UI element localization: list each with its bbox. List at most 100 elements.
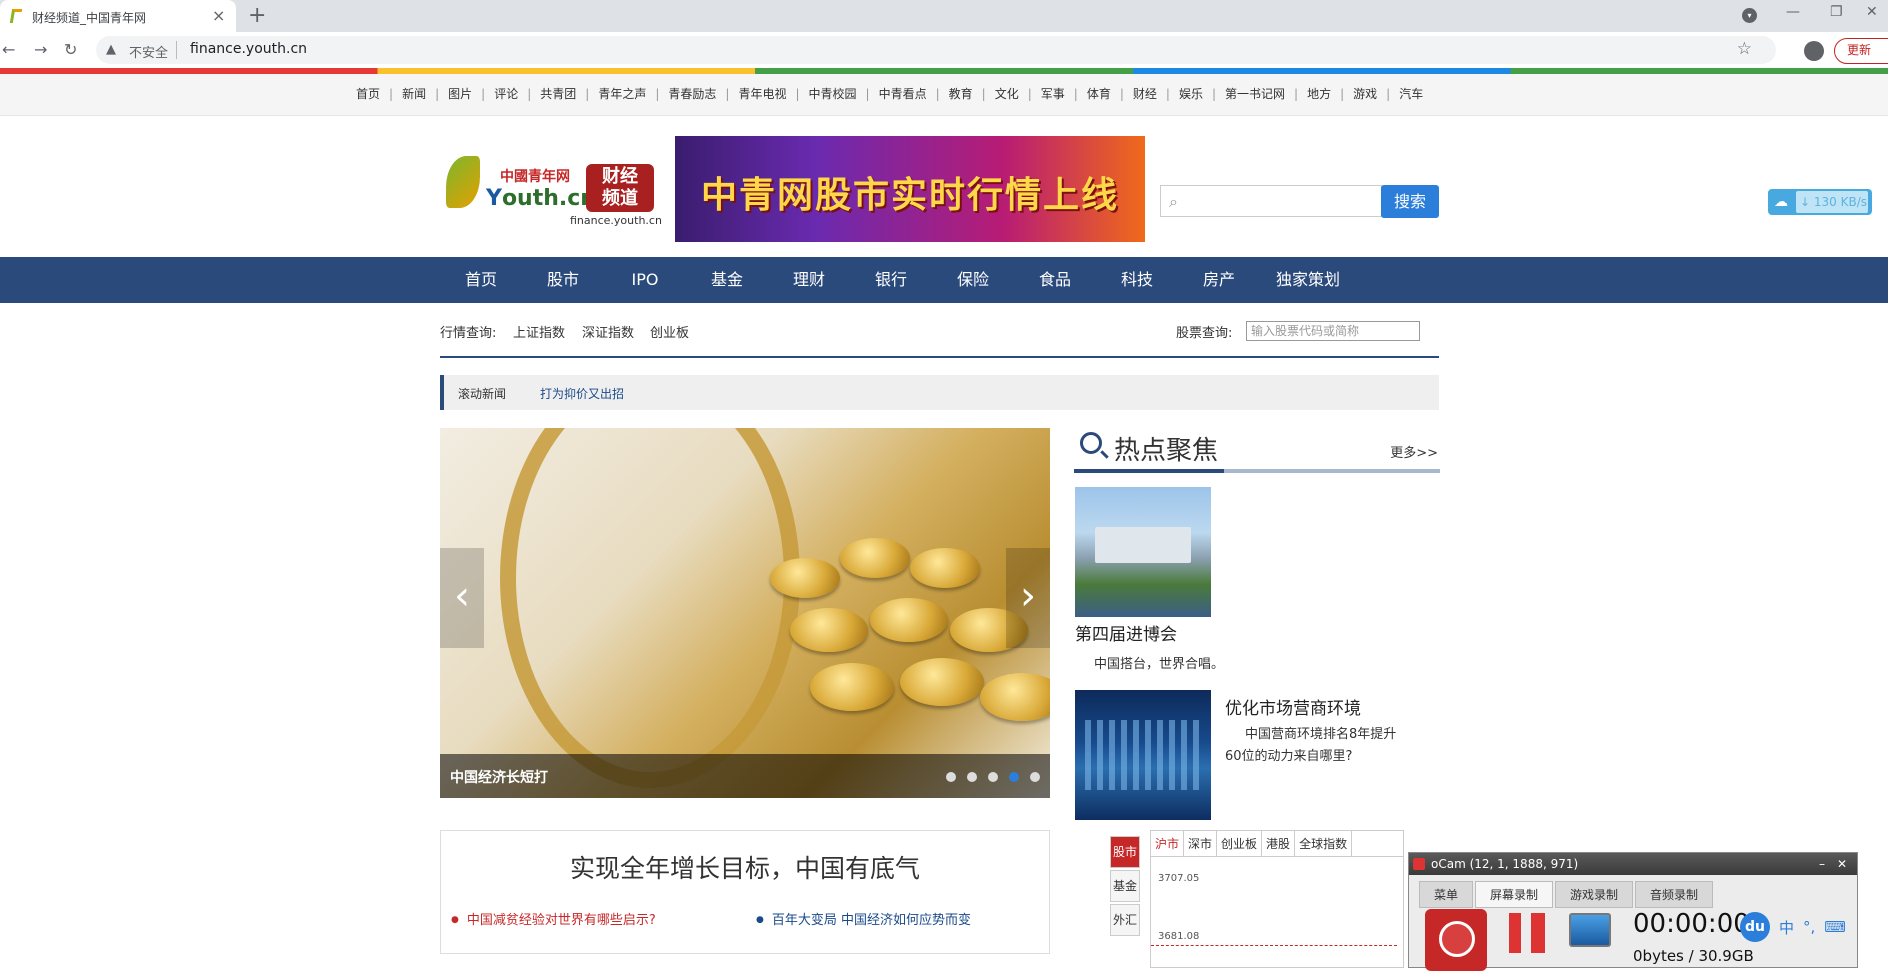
topnav-item[interactable]: 军事 (1041, 85, 1087, 102)
browser-tab[interactable]: 财经频道_中国青年网 × (0, 0, 236, 32)
ocam-minimize-button[interactable]: – (1819, 853, 1825, 875)
tab-search-icon[interactable]: ▾ (1742, 8, 1757, 23)
pause-button-icon[interactable] (1509, 913, 1545, 953)
restore-window-icon[interactable]: ❐ (1830, 4, 1843, 20)
logo-domain: finance.youth.cn (570, 214, 662, 227)
site-logo[interactable]: 中國青年网 Youth.cn 财经 频道 finance.youth.cn (442, 152, 662, 230)
stock-query-input[interactable]: 输入股票代码或简称 (1246, 321, 1420, 341)
mainnav-item[interactable]: IPO (604, 257, 686, 303)
back-arrow-icon[interactable]: ← (2, 40, 15, 59)
topnav-item[interactable]: 财经 (1133, 85, 1179, 102)
ime-lang-toggle[interactable]: 中 (1779, 917, 1794, 938)
topnav-item[interactable]: 首页 (356, 85, 402, 102)
link-shanghai-index[interactable]: 上证指数 (513, 322, 565, 341)
forward-arrow-icon[interactable]: → (34, 40, 47, 59)
new-tab-button[interactable]: + (248, 3, 266, 28)
download-speed-widget[interactable]: ☁ ↓ 130 KB/s (1768, 189, 1872, 215)
topnav-item[interactable]: 图片 (448, 85, 494, 102)
search-button[interactable]: 搜索 (1381, 185, 1439, 218)
headline-link-1[interactable]: 中国减贫经验对世界有哪些启示? (451, 909, 656, 928)
url-text[interactable]: finance.youth.cn (190, 41, 307, 57)
mainnav-item[interactable]: 食品 (1014, 257, 1096, 303)
ocam-tab-audio-record[interactable]: 音频录制 (1635, 881, 1714, 908)
topnav-item[interactable]: 新闻 (402, 85, 448, 102)
ocam-titlebar[interactable]: oCam (12, 1, 1888, 971) – ✕ (1409, 853, 1857, 875)
topnav-item[interactable]: 第一书记网 (1225, 85, 1307, 102)
mainnav-item[interactable]: 房产 (1178, 257, 1260, 303)
side-tab-stock[interactable]: 股市 (1110, 836, 1140, 868)
mainnav-item[interactable]: 独家策划 (1260, 257, 1356, 303)
bookmark-star-icon[interactable]: ☆ (1737, 39, 1752, 59)
tab-hk[interactable]: 港股 (1262, 831, 1296, 856)
ocam-tab-game-record[interactable]: 游戏录制 (1555, 881, 1634, 908)
topnav-item[interactable]: 青年之声 (598, 85, 668, 102)
mainnav-item[interactable]: 股市 (522, 257, 604, 303)
mainnav-item[interactable]: 保险 (932, 257, 1014, 303)
topnav-item[interactable]: 青春励志 (668, 85, 738, 102)
topnav-item[interactable]: 游戏 (1353, 85, 1399, 102)
topnav-item[interactable]: 教育 (949, 85, 995, 102)
record-button-icon[interactable] (1425, 909, 1487, 971)
carousel-next-button[interactable]: › (1006, 548, 1050, 648)
carousel-dot[interactable] (967, 772, 977, 782)
screen-capture-icon[interactable] (1569, 913, 1611, 947)
logo-channel-text: 财经 频道 (602, 166, 638, 209)
side-tab-fund[interactable]: 基金 (1110, 870, 1140, 902)
tab-close-button[interactable]: × (212, 6, 225, 25)
city-thumbnail[interactable] (1075, 690, 1211, 820)
not-secure-label[interactable]: 不安全 (129, 42, 168, 61)
topnav-item[interactable]: 体育 (1087, 85, 1133, 102)
headline-link-2[interactable]: 百年大变局 中国经济如何应势而变 (756, 909, 971, 928)
search-input[interactable]: ⌕ (1160, 185, 1382, 217)
hot-item1-title[interactable]: 第四届进博会 (1075, 620, 1177, 645)
ime-keyboard-icon[interactable]: ⌨ (1824, 918, 1846, 936)
scrolling-news-link[interactable]: 打为抑价又出招 (540, 385, 624, 402)
update-button[interactable]: 更新 (1834, 38, 1888, 64)
topnav-item[interactable]: 共青团 (540, 85, 598, 102)
tab-shanghai[interactable]: 沪市 (1151, 831, 1185, 856)
hot-item2-title[interactable]: 优化市场营商环境 (1225, 694, 1361, 719)
carousel-dot[interactable] (988, 772, 998, 782)
link-shenzhen-index[interactable]: 深证指数 (582, 322, 634, 341)
coin-image (790, 608, 868, 652)
close-window-icon[interactable]: ✕ (1866, 4, 1878, 20)
reload-icon[interactable]: ↻ (64, 40, 77, 59)
mainnav-item[interactable]: 理财 (768, 257, 850, 303)
headline-title[interactable]: 实现全年增长目标，中国有底气 (441, 849, 1049, 885)
topnav-item[interactable]: 文化 (995, 85, 1041, 102)
carousel-prev-button[interactable]: ‹ (440, 548, 484, 648)
tab-shenzhen[interactable]: 深市 (1184, 831, 1218, 856)
topnav-item[interactable]: 中青校园 (809, 85, 879, 102)
address-bar[interactable]: ▲ 不安全 finance.youth.cn ☆ (96, 36, 1776, 64)
expo-thumbnail[interactable] (1075, 487, 1211, 617)
warning-icon[interactable]: ▲ (106, 42, 116, 57)
mainnav-item[interactable]: 银行 (850, 257, 932, 303)
news-carousel[interactable]: ‹ › 中国经济长短打 (440, 428, 1050, 798)
stock-banner[interactable]: 中青网股市实时行情上线 (675, 136, 1145, 242)
tab-gem[interactable]: 创业板 (1217, 831, 1263, 856)
topnav-item[interactable]: 青年电视 (738, 85, 808, 102)
topnav-item[interactable]: 娱乐 (1179, 85, 1225, 102)
topnav-item[interactable]: 评论 (494, 85, 540, 102)
ocam-tab-screen-record[interactable]: 屏幕录制 (1475, 881, 1554, 908)
mainnav-item[interactable]: 基金 (686, 257, 768, 303)
more-link[interactable]: 更多>> (1390, 442, 1438, 461)
ocam-close-button[interactable]: ✕ (1837, 853, 1847, 875)
mainnav-item[interactable]: 首页 (440, 257, 522, 303)
carousel-dot[interactable] (1030, 772, 1040, 782)
mainnav-item[interactable]: 科技 (1096, 257, 1178, 303)
ime-punct-toggle[interactable]: °, (1803, 918, 1815, 936)
baidu-ime-icon[interactable]: du (1740, 912, 1770, 942)
topnav-item[interactable]: 汽车 (1399, 85, 1441, 102)
topnav-item[interactable]: 地方 (1307, 85, 1353, 102)
tab-global[interactable]: 全球指数 (1295, 831, 1353, 856)
topnav-item[interactable]: 中青看点 (879, 85, 949, 102)
side-tab-forex[interactable]: 外汇 (1110, 904, 1140, 936)
link-gem-index[interactable]: 创业板 (650, 322, 689, 341)
profile-avatar-icon[interactable] (1804, 41, 1824, 61)
carousel-dot[interactable] (946, 772, 956, 782)
carousel-caption[interactable]: 中国经济长短打 (450, 767, 548, 787)
carousel-dot[interactable] (1009, 772, 1019, 782)
minimize-window-icon[interactable]: — (1786, 4, 1800, 20)
ocam-tab-menu[interactable]: 菜单 (1419, 881, 1474, 908)
